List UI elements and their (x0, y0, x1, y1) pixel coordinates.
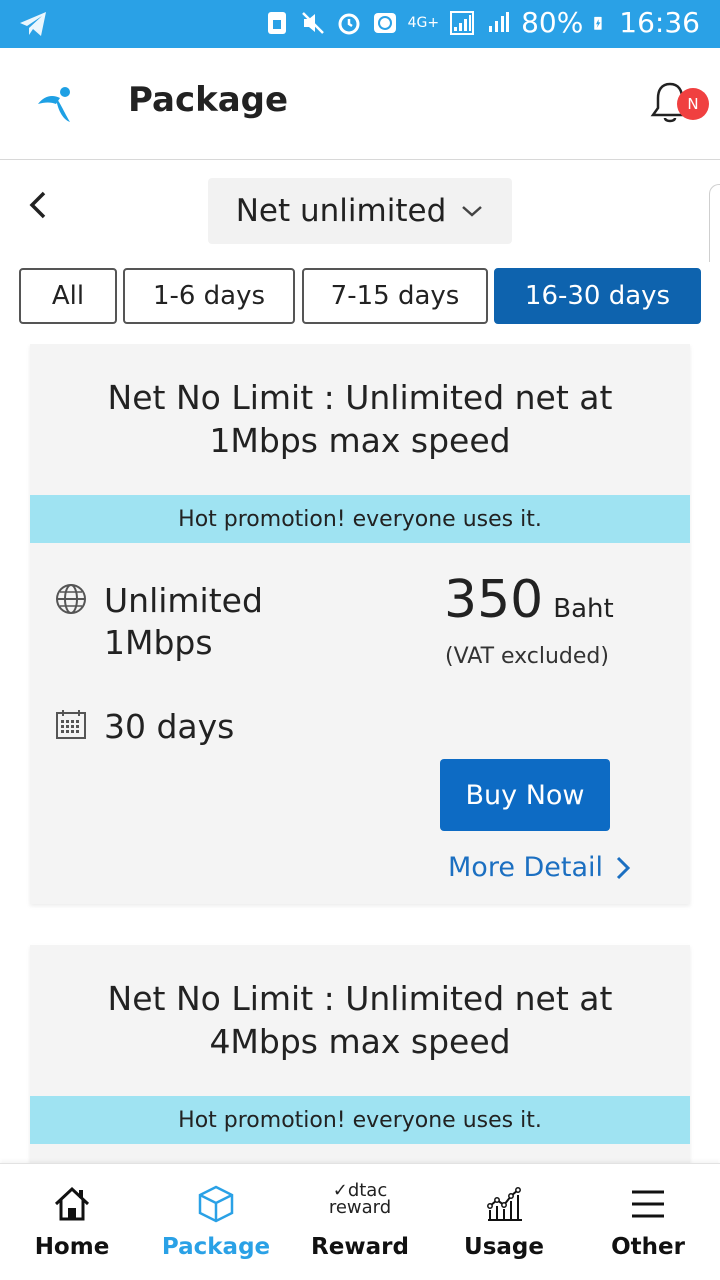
package-icon (198, 1185, 234, 1223)
duration-filter-bar: All 1-6 days 7-15 days 16-30 days (0, 262, 720, 344)
notification-badge[interactable]: N (677, 88, 709, 120)
network-type: 4G+ (407, 14, 440, 31)
signal-icon (450, 10, 475, 35)
nav-label-reward: Reward (311, 1234, 409, 1260)
dropdown-value: Net unlimited (235, 193, 447, 229)
data-amount: Unlimited (104, 581, 263, 620)
app-header: Package (0, 48, 720, 160)
chevron-down-icon (462, 206, 483, 217)
filter-16-30-days[interactable]: 16-30 days (494, 268, 701, 324)
promo-banner: Hot promotion! everyone uses it. (30, 1096, 690, 1144)
nav-label-home: Home (34, 1234, 110, 1260)
signal-roaming-icon (489, 11, 510, 32)
filter-all[interactable]: All (19, 268, 117, 324)
buy-now-button[interactable]: Buy Now (440, 759, 610, 831)
clock: 16:36 (619, 6, 700, 39)
reward-logo-line2: reward (328, 1197, 392, 1218)
vat-note: (VAT excluded) (445, 644, 609, 669)
nav-label-package: Package (161, 1234, 271, 1260)
price: 350 Baht (444, 570, 614, 630)
package-card: Net No Limit : Unlimited net at 4Mbps ma… (30, 945, 690, 1164)
telegram-icon (18, 10, 48, 42)
nav-package[interactable]: Package (144, 1164, 288, 1280)
validity-days: 30 days (104, 707, 235, 746)
nav-other[interactable]: Other (576, 1164, 720, 1280)
sub-header: Net unlimited (0, 161, 720, 261)
package-title: Net No Limit : Unlimited net at 1Mbps ma… (107, 378, 613, 460)
promo-banner: Hot promotion! everyone uses it. (30, 495, 690, 543)
sim-icon (267, 11, 286, 34)
back-chevron-icon[interactable] (26, 189, 50, 221)
menu-icon (632, 1190, 664, 1218)
nav-label-other: Other (611, 1234, 685, 1260)
dtac-reward-logo: ✓dtac reward (325, 1182, 395, 1222)
validity-feature: 30 days (54, 706, 234, 748)
status-bar: 4G+ 80% 16:36 (0, 0, 720, 48)
mute-icon (301, 11, 324, 34)
more-detail-label: More Detail (448, 852, 604, 883)
package-card: Net No Limit : Unlimited net at 1Mbps ma… (30, 344, 690, 904)
package-list[interactable]: Net No Limit : Unlimited net at 1Mbps ma… (0, 344, 720, 1164)
package-type-dropdown[interactable]: Net unlimited (208, 178, 512, 244)
dtac-logo (38, 87, 70, 122)
bottom-navigation: Home Package ✓dtac reward Reward Usage O… (0, 1163, 720, 1280)
page-title: Package (128, 80, 289, 120)
nav-reward[interactable]: ✓dtac reward Reward (288, 1164, 432, 1280)
globe-status-icon (373, 12, 396, 33)
nav-home[interactable]: Home (0, 1164, 144, 1280)
calendar-icon (56, 710, 86, 739)
filter-7-15-days[interactable]: 7-15 days (302, 268, 488, 324)
more-detail-link[interactable]: More Detail (448, 852, 631, 883)
nav-label-usage: Usage (464, 1234, 544, 1260)
price-currency: Baht (553, 594, 614, 624)
chevron-right-icon (617, 856, 631, 879)
package-title: Net No Limit : Unlimited net at 4Mbps ma… (107, 979, 613, 1061)
battery-percent: 80% (521, 6, 584, 39)
alarm-icon (338, 13, 360, 34)
nav-usage[interactable]: Usage (432, 1164, 576, 1280)
data-feature: Unlimited 1Mbps (54, 580, 263, 664)
filter-1-6-days[interactable]: 1-6 days (123, 268, 295, 324)
data-speed: 1Mbps (104, 623, 213, 662)
price-amount: 350 (444, 570, 544, 630)
battery-charging-icon (594, 16, 602, 30)
home-icon (54, 1186, 90, 1221)
globe-icon (56, 584, 86, 614)
usage-chart-icon (487, 1187, 522, 1221)
